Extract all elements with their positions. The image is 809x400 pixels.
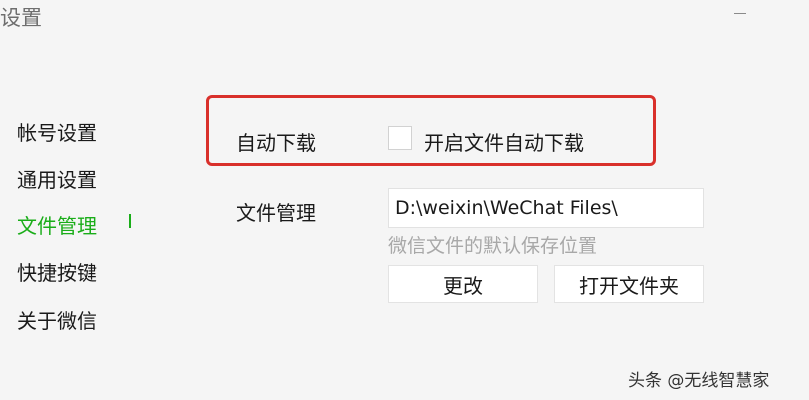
auto-download-checkbox-label[interactable]: 开启文件自动下载 [424, 127, 584, 156]
file-path-input[interactable] [388, 188, 704, 228]
sidebar-item-about[interactable]: 关于微信 [17, 305, 97, 334]
sidebar-item-shortcuts[interactable]: 快捷按键 [17, 257, 97, 286]
minimize-icon [734, 12, 746, 14]
sidebar-item-file-management[interactable]: 文件管理 [17, 210, 97, 239]
auto-download-checkbox[interactable] [388, 126, 412, 150]
minimize-button[interactable] [726, 0, 754, 26]
watermark-text: 头条 @无线智慧家 [628, 371, 770, 391]
sidebar-item-account[interactable]: 帐号设置 [17, 117, 97, 146]
file-path-hint: 微信文件的默认保存位置 [388, 235, 598, 257]
sidebar-item-general[interactable]: 通用设置 [17, 164, 97, 193]
window-title: 设置 [0, 6, 42, 30]
active-nav-indicator [129, 214, 131, 228]
change-path-button[interactable]: 更改 [388, 265, 538, 303]
file-management-label: 文件管理 [236, 201, 316, 225]
auto-download-label: 自动下载 [236, 131, 316, 155]
open-folder-button[interactable]: 打开文件夹 [554, 265, 704, 303]
